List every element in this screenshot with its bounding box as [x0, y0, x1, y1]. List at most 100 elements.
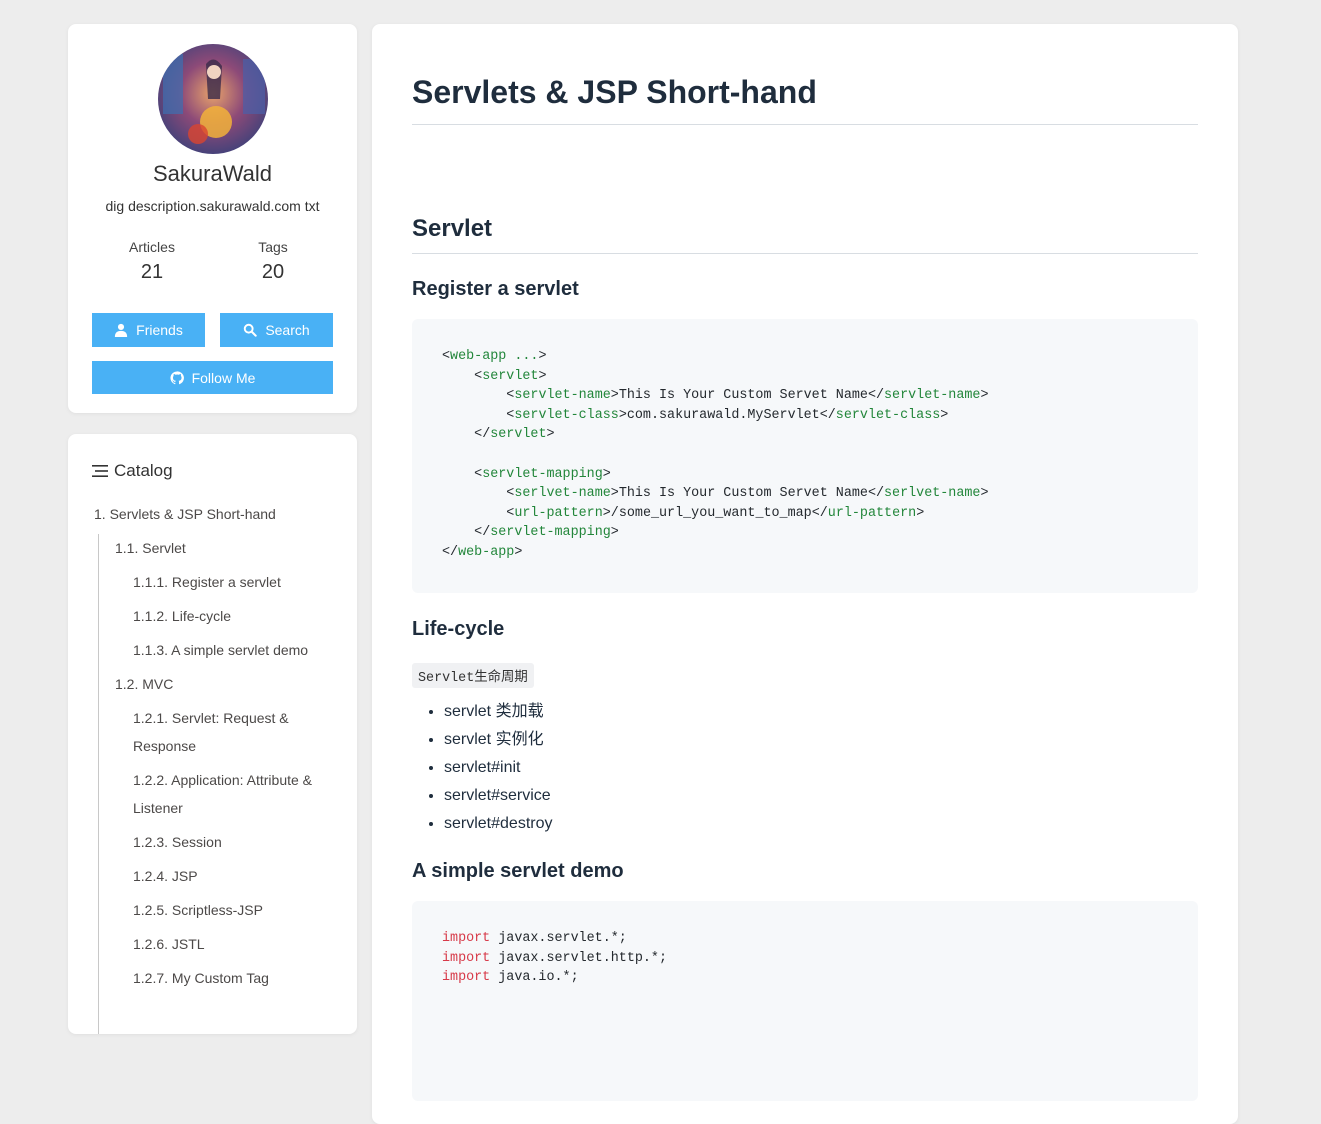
post-container: Servlets & JSP Short-hand Servlet Regist… — [372, 24, 1238, 1124]
code-punct: > — [602, 505, 611, 521]
articles-count: 21 — [140, 261, 164, 283]
catalog-item[interactable]: 1.1.1. Register a servlet — [94, 568, 334, 596]
code-tag: serlvet-name — [884, 486, 981, 502]
code-tag: servlet-class — [514, 407, 619, 423]
code-block-webxml: <web-app ...> <servlet> <servlet-name>Th… — [412, 319, 1198, 593]
code-punct: </ — [474, 525, 491, 541]
code-punct: </ — [474, 427, 491, 443]
catalog-item[interactable]: 1.2.5. Scriptless-JSP — [94, 896, 334, 924]
code-punct: > — [618, 407, 627, 423]
code-line: <servlet> — [442, 368, 547, 384]
author-description: dig description.sakurawald.com txt — [105, 198, 320, 214]
avatar[interactable] — [158, 44, 268, 154]
catalog-item[interactable]: 1.2.7. My Custom Tag — [94, 964, 334, 992]
code-tag: servlet-class — [835, 407, 941, 423]
catalog-item[interactable]: 1.2.6. JSTL — [94, 930, 334, 958]
catalog-item[interactable]: 1.2.4. JSP — [94, 862, 334, 890]
catalog-title: Catalog — [114, 461, 173, 480]
search-button[interactable]: Search — [220, 313, 333, 347]
list-icon — [92, 465, 108, 477]
list-item: servlet#init — [444, 754, 553, 782]
code-tag: web-app — [458, 544, 515, 560]
code-line: </servlet-mapping> — [442, 525, 619, 540]
catalog-item[interactable]: 1.2.2. Application: Attribute & Listener — [94, 766, 334, 822]
code-punct: > — [610, 486, 619, 502]
search-icon — [244, 323, 258, 337]
code-keyword: import — [442, 970, 491, 986]
friends-label: Friends — [136, 322, 183, 338]
code-keyword: import — [442, 931, 491, 946]
catalog-list: 1. Servlets & JSP Short-hand 1.1. Servle… — [94, 500, 334, 998]
section-divider — [412, 253, 1198, 254]
code-java: import javax.servlet.*; import javax.ser… — [412, 901, 1198, 988]
code-punct: > — [610, 388, 619, 404]
code-punct: < — [442, 349, 451, 364]
code-text: javax.servlet.http.*; — [490, 950, 668, 966]
code-line: <web-app ...> — [442, 349, 547, 364]
search-label: Search — [265, 322, 310, 338]
code-punct: > — [610, 525, 619, 541]
articles-label: Articles — [129, 239, 175, 255]
catalog-item[interactable]: 1.2. MVC — [94, 670, 334, 698]
code-punct: > — [602, 466, 611, 482]
code-punct: > — [538, 349, 547, 364]
code-tag: servlet-mapping — [482, 466, 603, 482]
code-text: javax.servlet.*; — [490, 931, 627, 946]
code-line: </web-app> — [442, 545, 522, 560]
code-webxml: <web-app ...> <servlet> <servlet-name>Th… — [412, 319, 1198, 563]
code-punct: </ — [442, 544, 459, 560]
code-block-java: import javax.servlet.*; import javax.ser… — [412, 901, 1198, 1101]
catalog-item[interactable]: 1.2.3. Session — [94, 828, 334, 856]
follow-me-label: Follow Me — [191, 369, 256, 386]
list-item: servlet#service — [444, 782, 553, 810]
code-tag: web-app ... — [450, 349, 539, 364]
heading-life-cycle: Life-cycle — [412, 618, 505, 640]
friends-button[interactable]: Friends — [92, 313, 205, 347]
author-card: SakuraWald dig description.sakurawald.co… — [68, 24, 357, 413]
user-icon — [115, 323, 128, 337]
code-line: <servlet-class>com.sakurawald.MyServlet<… — [442, 408, 948, 423]
code-line: <serlvet-name>This Is Your Custom Servet… — [442, 486, 988, 502]
code-text: This Is Your Custom Servet Name — [618, 486, 868, 502]
code-line: import javax.servlet.*; — [442, 931, 627, 946]
code-text: java.io.*; — [490, 970, 579, 986]
tags-stat[interactable]: Tags 20 — [213, 239, 333, 284]
code-tag: url-pattern — [827, 505, 917, 521]
catalog-header: Catalog — [92, 461, 173, 481]
code-text: This Is Your Custom Servet Name — [618, 388, 868, 404]
code-tag: url-pattern — [514, 505, 603, 521]
articles-stat[interactable]: Articles 21 — [92, 239, 212, 284]
code-line: <servlet-mapping> — [442, 467, 611, 482]
catalog-item[interactable]: 1.1.2. Life-cycle — [94, 602, 334, 630]
code-tag: serlvet-name — [514, 486, 611, 502]
catalog-item[interactable]: 1.1.3. A simple servlet demo — [94, 636, 334, 664]
code-punct: < — [474, 368, 483, 384]
lifecycle-list: servlet 类加载 servlet 实例化 servlet#init ser… — [412, 698, 553, 838]
code-tag: servlet-name — [884, 388, 981, 404]
author-name: SakuraWald — [152, 161, 272, 186]
follow-me-button[interactable]: Follow Me — [92, 361, 333, 394]
code-tag: servlet — [490, 427, 547, 443]
code-punct: > — [538, 368, 547, 384]
heading-simple-servlet-demo: A simple servlet demo — [412, 860, 624, 882]
code-line: </servlet> — [442, 427, 555, 443]
post-title: Servlets & JSP Short-hand — [412, 74, 817, 110]
code-keyword: import — [442, 950, 491, 966]
list-item: servlet 类加载 — [444, 698, 553, 726]
code-punct: > — [546, 427, 555, 443]
catalog-item[interactable]: 1. Servlets & JSP Short-hand — [94, 500, 334, 528]
code-tag: servlet — [482, 368, 539, 384]
code-line: <servlet-name>This Is Your Custom Servet… — [442, 388, 988, 404]
tags-count: 20 — [261, 261, 285, 283]
inline-code-lifecycle: Servlet生命周期 — [412, 663, 534, 688]
catalog-item[interactable]: 1.2.1. Servlet: Request & Response — [94, 704, 334, 760]
code-text: com.sakurawald.MyServlet — [626, 407, 820, 423]
list-item: servlet#destroy — [444, 810, 553, 838]
tags-label: Tags — [258, 239, 288, 255]
catalog-item[interactable]: 1.1. Servlet — [94, 534, 334, 562]
code-punct: < — [474, 466, 483, 482]
